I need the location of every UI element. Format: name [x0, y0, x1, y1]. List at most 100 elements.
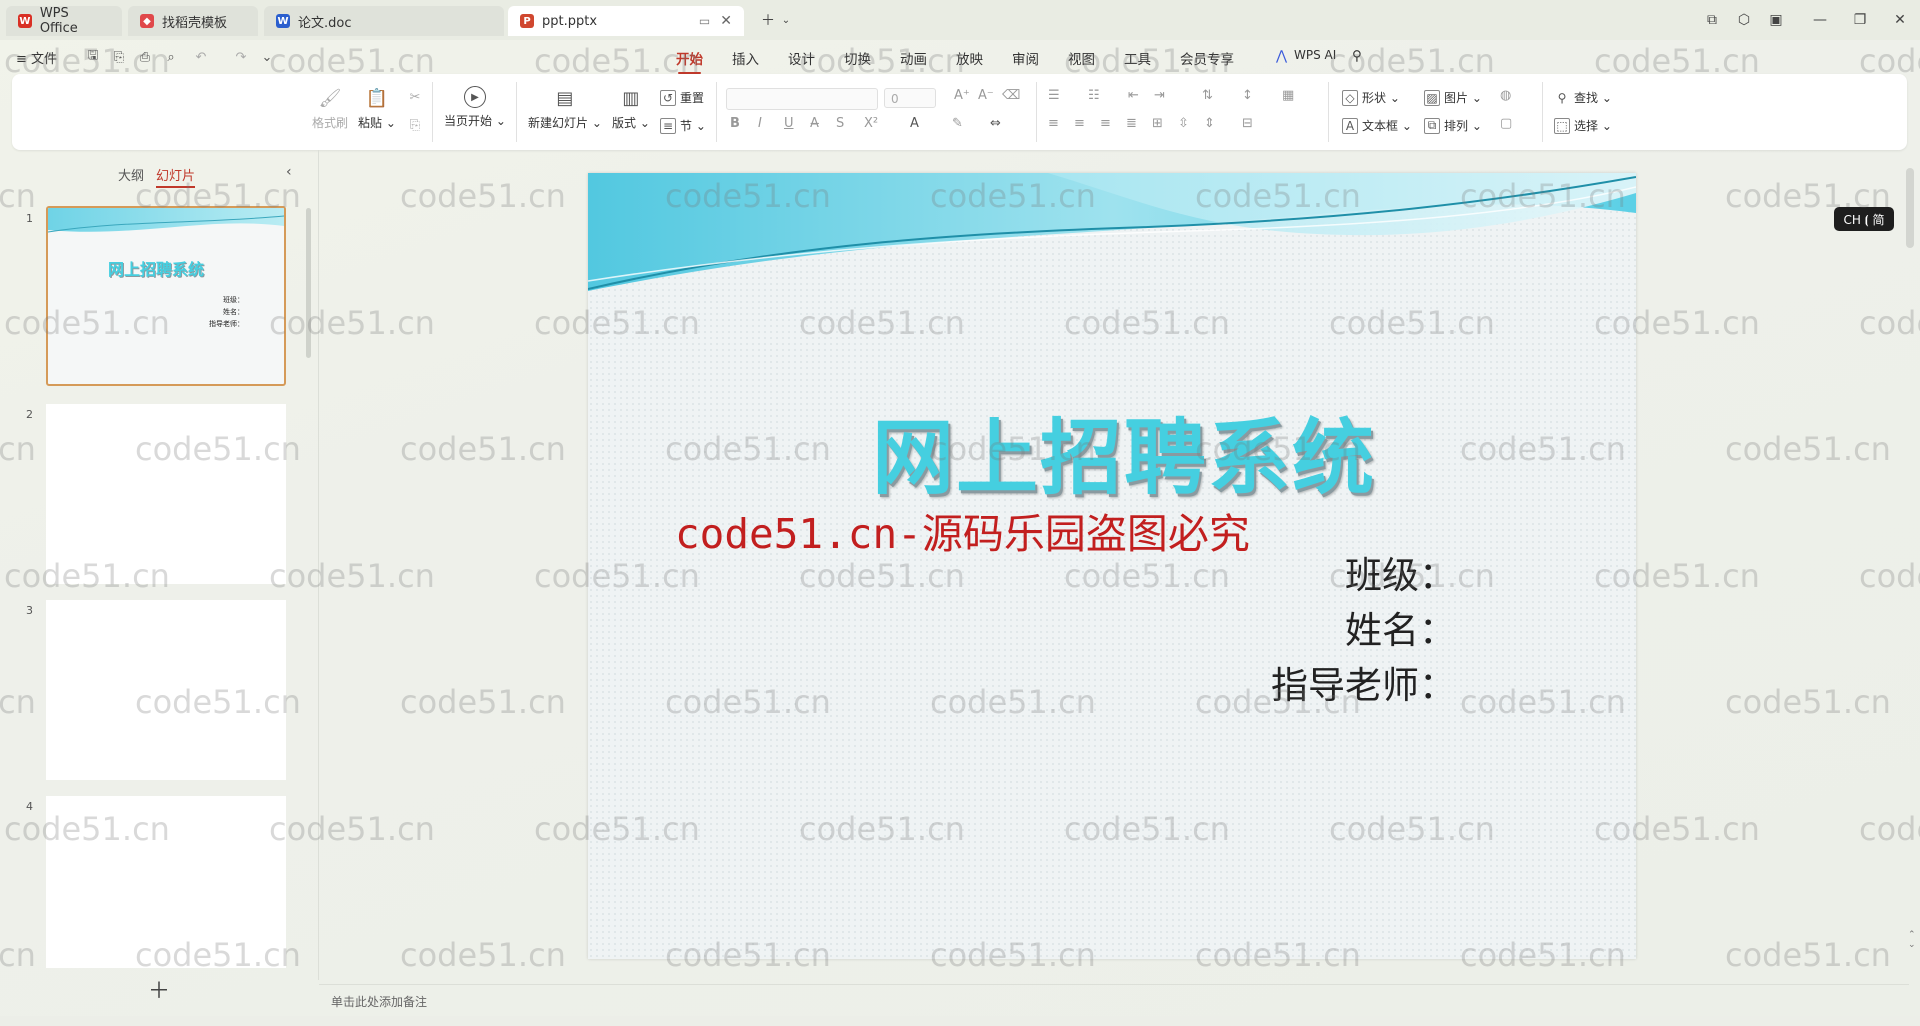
paragraph-spacing-icon[interactable]: ⇕ — [1204, 116, 1215, 131]
cube-icon[interactable]: ⬡ — [1732, 8, 1756, 32]
play-from-current-button[interactable]: ▶ 当页开始 ⌄ — [444, 86, 506, 129]
align-center-icon[interactable]: ≡ — [1074, 116, 1085, 131]
shadow-icon[interactable]: S — [836, 116, 844, 131]
tab-thesis-doc[interactable]: W 论文.doc — [264, 6, 504, 36]
scroll-page-arrows[interactable]: ⌃ ⌄ — [1908, 930, 1916, 950]
decrease-indent-icon[interactable]: ⇤ — [1128, 88, 1139, 103]
justify-icon[interactable]: ≣ — [1126, 116, 1137, 131]
bold-icon[interactable]: B — [730, 116, 740, 131]
slide-canvas[interactable]: 网上招聘系统 班级： 姓名： 指导老师： — [588, 173, 1636, 959]
customize-quick-access-icon[interactable]: ⌄ — [258, 48, 276, 66]
chevron-down-icon[interactable]: ⌄ — [774, 8, 798, 32]
font-color-icon[interactable]: A — [910, 116, 919, 131]
notes-area[interactable]: 单击此处添加备注 — [319, 984, 1909, 1015]
tab-tools[interactable]: 工具 — [1124, 48, 1151, 68]
superscript-icon[interactable]: X² — [864, 116, 878, 131]
tab-wps-office[interactable]: W WPS Office — [6, 6, 122, 36]
tab-ppt-pptx[interactable]: P ppt.pptx ▭ ✕ — [508, 6, 744, 36]
window-layout-icon[interactable]: ⧉ — [1700, 8, 1724, 32]
tab-home[interactable]: 开始 — [676, 48, 703, 74]
export-icon[interactable]: ⎘ — [110, 48, 128, 66]
italic-icon[interactable]: I — [758, 116, 762, 131]
thumb-title: 网上招聘系统 — [108, 260, 205, 279]
select-button[interactable]: ⬚ 选择 ⌄ — [1554, 117, 1612, 134]
font-family-select[interactable] — [726, 88, 878, 110]
find-button[interactable]: ⚲ 查找 ⌄ — [1554, 89, 1612, 106]
vertical-align-icon[interactable]: ⇳ — [1178, 116, 1189, 131]
advisor-label[interactable]: 指导老师： — [1271, 655, 1456, 709]
tab-slides[interactable]: 幻灯片 — [156, 165, 196, 188]
format-painter-button[interactable]: 🖌 格式刷 — [312, 86, 348, 131]
slide-thumbnail-1[interactable]: 网上招聘系统 班级： 姓名： 指导老师： — [46, 206, 286, 386]
print-preview-icon[interactable]: ⌕ — [162, 48, 180, 66]
collapse-panel-icon[interactable]: ‹ — [286, 164, 292, 180]
tab-animations[interactable]: 动画 — [900, 48, 927, 68]
wps-ai-icon[interactable]: ⋀ — [1276, 48, 1287, 64]
align-right-icon[interactable]: ≡ — [1100, 116, 1111, 131]
outline-color-icon[interactable]: ▢ — [1500, 116, 1512, 131]
print-icon[interactable]: ⎙ — [136, 48, 154, 66]
close-tab-icon[interactable]: ✕ — [720, 13, 732, 29]
panel-divider[interactable] — [318, 150, 319, 980]
avatar-icon[interactable]: ▣ — [1764, 8, 1788, 32]
picture-button[interactable]: ▨ 图片 ⌄ — [1424, 89, 1482, 106]
underline-icon[interactable]: U — [784, 116, 794, 131]
new-slide-button[interactable]: ▤ 新建幻灯片 ⌄ — [528, 86, 602, 131]
arrange-button[interactable]: ⧉ 排列 ⌄ — [1424, 117, 1482, 134]
highlight-icon[interactable]: ✎ — [952, 116, 963, 131]
increase-indent-icon[interactable]: ⇥ — [1154, 88, 1165, 103]
fill-color-icon[interactable]: ◍ — [1500, 88, 1511, 103]
restore-icon[interactable]: ❐ — [1848, 8, 1872, 32]
bullets-icon[interactable]: ☰ — [1048, 88, 1060, 103]
paste-button[interactable]: 📋 粘贴 ⌄ — [358, 86, 396, 131]
increase-font-icon[interactable]: A⁺ — [954, 88, 970, 103]
close-window-icon[interactable]: ✕ — [1888, 8, 1912, 32]
shape-button[interactable]: ◇ 形状 ⌄ — [1342, 89, 1400, 106]
strikethrough-icon[interactable]: A̶ — [810, 116, 819, 131]
clear-format-icon[interactable]: ⌫ — [1002, 88, 1020, 103]
section-button[interactable]: ≡ 节 ⌄ — [660, 117, 706, 134]
class-label[interactable]: 班级： — [1345, 545, 1456, 599]
reset-button[interactable]: ↺ 重置 — [660, 89, 704, 106]
panel-scrollbar[interactable] — [306, 208, 311, 358]
ime-indicator[interactable]: CH ⦗ 简 — [1834, 207, 1894, 231]
char-spacing-icon[interactable]: ⇔ — [990, 116, 1001, 131]
copy-icon[interactable]: ⎘ — [406, 116, 424, 134]
slide-thumbnail-2[interactable] — [46, 404, 286, 584]
align-left-icon[interactable]: ≡ — [1048, 116, 1059, 131]
text-direction-icon[interactable]: ⇅ — [1202, 88, 1213, 103]
save-icon[interactable]: 🖫 — [84, 48, 102, 66]
tab-transitions[interactable]: 切换 — [844, 48, 871, 68]
tab-design[interactable]: 设计 — [788, 48, 815, 68]
slide-title[interactable]: 网上招聘系统 — [872, 391, 1376, 510]
wps-ai-button[interactable]: WPS AI — [1294, 48, 1336, 62]
search-icon[interactable]: ⚲ — [1352, 48, 1362, 64]
minimize-icon[interactable]: — — [1808, 8, 1832, 32]
name-label[interactable]: 姓名： — [1345, 600, 1456, 654]
distributed-icon[interactable]: ⊞ — [1152, 116, 1163, 131]
tab-view[interactable]: 视图 — [1068, 48, 1095, 68]
tab-member[interactable]: 会员专享 — [1180, 48, 1234, 68]
tab-docer-templates[interactable]: ◆ 找稻壳模板 — [128, 6, 258, 36]
tab-outline[interactable]: 大纲 — [118, 165, 144, 184]
redo-icon[interactable]: ↷ — [232, 48, 250, 66]
numbering-icon[interactable]: ☷ — [1088, 88, 1100, 103]
columns-icon[interactable]: ▦ — [1282, 88, 1294, 103]
textbox-button[interactable]: A 文本框 ⌄ — [1342, 117, 1412, 134]
text-box-align-icon[interactable]: ⊟ — [1242, 116, 1253, 131]
vertical-scrollbar[interactable] — [1906, 168, 1914, 248]
font-size-select[interactable]: 0 — [884, 88, 936, 108]
add-slide-icon[interactable]: ＋ — [148, 973, 170, 1005]
decrease-font-icon[interactable]: A⁻ — [978, 88, 994, 103]
tab-slideshow[interactable]: 放映 — [956, 48, 983, 68]
file-menu[interactable]: ≡ 文件 — [16, 48, 57, 67]
line-spacing-icon[interactable]: ↕ — [1242, 88, 1253, 103]
tab-review[interactable]: 审阅 — [1012, 48, 1039, 68]
undo-icon[interactable]: ↶ — [192, 48, 210, 66]
cut-icon[interactable]: ✂ — [406, 88, 424, 106]
tab-insert[interactable]: 插入 — [732, 48, 759, 68]
slide-thumbnail-3[interactable] — [46, 600, 286, 780]
monitor-icon[interactable]: ▭ — [699, 14, 710, 28]
layout-button[interactable]: ▥ 版式 ⌄ — [612, 86, 650, 131]
slide-thumbnail-4[interactable] — [46, 796, 286, 968]
